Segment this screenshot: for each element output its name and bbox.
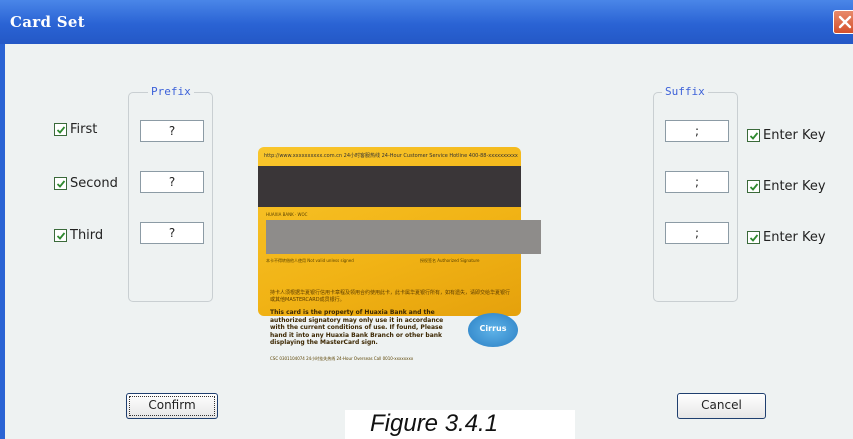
confirm-button[interactable]: Confirm xyxy=(126,393,218,419)
checkmark-icon xyxy=(749,183,759,191)
checkbox-box[interactable] xyxy=(747,129,760,142)
suffix-group-label: Suffix xyxy=(662,85,708,98)
prefix-first-input[interactable]: ? xyxy=(140,120,204,142)
close-button[interactable] xyxy=(833,10,853,34)
card-english-text: This card is the property of Huaxia Bank… xyxy=(270,309,444,346)
card-sig-left: 本卡不得转借他人使用 Not valid unless signed xyxy=(266,258,354,263)
cirrus-logo: Cirrus xyxy=(468,313,518,347)
checkbox-box[interactable] xyxy=(54,229,67,242)
checkbox-label: Enter Key xyxy=(763,230,826,245)
card-set-window: Card Set Prefix First Second Third ? ? ?… xyxy=(0,0,853,439)
magnetic-stripe xyxy=(258,166,521,207)
checkbox-label: Third xyxy=(70,228,104,243)
checkmark-icon xyxy=(56,180,66,188)
close-icon xyxy=(838,15,852,29)
suffix-second-input[interactable]: ; xyxy=(665,171,729,193)
checkbox-box[interactable] xyxy=(747,180,760,193)
prefix-group-label: Prefix xyxy=(148,85,194,98)
cancel-button[interactable]: Cancel xyxy=(677,393,766,419)
checkmark-icon xyxy=(56,126,66,134)
card-stripe-note: HUAXIA BANK · WOC xyxy=(266,212,308,217)
window-title: Card Set xyxy=(10,13,85,31)
checkbox-box[interactable] xyxy=(54,123,67,136)
checkmark-icon xyxy=(749,234,759,242)
checkbox-label: Enter Key xyxy=(763,179,826,194)
card-chinese-text: 持卡人须根据华夏银行信用卡章程及领用合约使用此卡，此卡属华夏银行所有，如有遗失，… xyxy=(270,290,511,303)
card-sig-right: 授权签名 Authorized Signature xyxy=(420,258,480,263)
card-bottom-line: CSC 0301104074 24小时挂失热线 24-Hour Overseas… xyxy=(270,356,414,361)
suffix-third-input[interactable]: ; xyxy=(665,222,729,244)
prefix-second-input[interactable]: ? xyxy=(140,171,204,193)
checkmark-icon xyxy=(56,232,66,240)
checkbox-box[interactable] xyxy=(54,177,67,190)
checkmark-icon xyxy=(749,132,759,140)
prefix-third-input[interactable]: ? xyxy=(140,222,204,244)
suffix-first-input[interactable]: ; xyxy=(665,120,729,142)
checkbox-label: First xyxy=(70,122,98,137)
figure-caption: Figure 3.4.1 xyxy=(370,410,499,437)
title-bar[interactable]: Card Set xyxy=(0,0,853,44)
cirrus-logo-text: Cirrus xyxy=(479,324,507,333)
card-top-line: http://www.xxxxxxxxxx.com.cn 24小时客服热线 24… xyxy=(264,153,518,159)
checkbox-label: Enter Key xyxy=(763,128,826,143)
signature-strip xyxy=(266,220,541,254)
checkbox-label: Second xyxy=(70,176,118,191)
checkbox-box[interactable] xyxy=(747,231,760,244)
